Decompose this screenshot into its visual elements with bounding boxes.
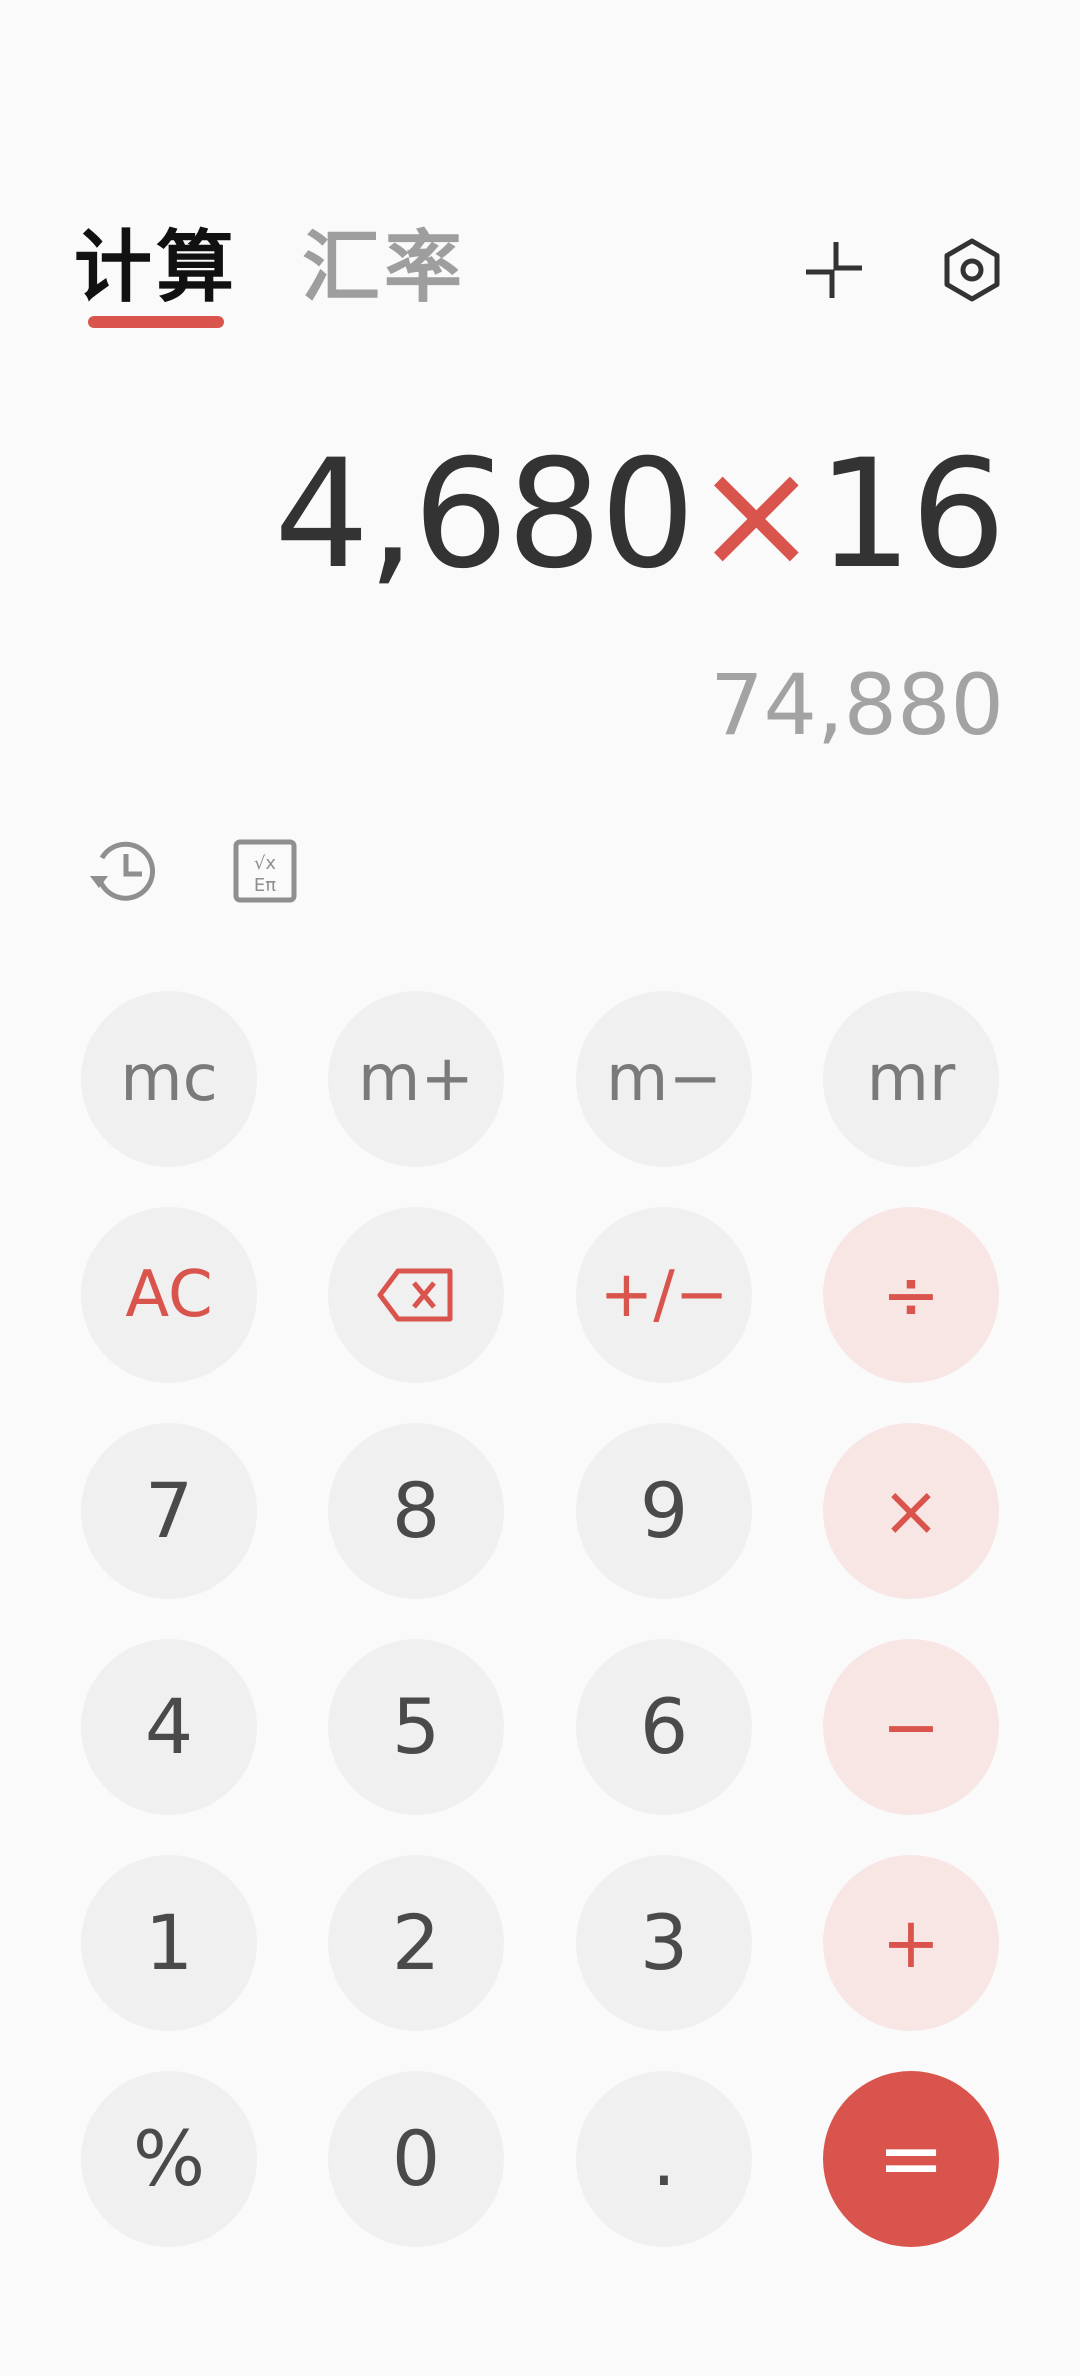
digit-3-button[interactable]: 3 bbox=[576, 1855, 752, 2031]
history-icon[interactable] bbox=[88, 834, 162, 908]
digit-7-button[interactable]: 7 bbox=[81, 1423, 257, 1599]
scientific-icon[interactable]: √x Eπ bbox=[228, 834, 302, 908]
digit-9-button[interactable]: 9 bbox=[576, 1423, 752, 1599]
digit-8-button[interactable]: 8 bbox=[328, 1423, 504, 1599]
active-tab-indicator bbox=[88, 316, 224, 328]
svg-text:Eπ: Eπ bbox=[254, 875, 276, 896]
all-clear-button[interactable]: AC bbox=[81, 1207, 257, 1383]
divide-button[interactable]: ÷ bbox=[823, 1207, 999, 1383]
expression-display: 4,680×16 bbox=[274, 428, 1006, 602]
digit-6-button[interactable]: 6 bbox=[576, 1639, 752, 1815]
add-button[interactable]: + bbox=[823, 1855, 999, 2031]
digit-1-button[interactable]: 1 bbox=[81, 1855, 257, 2031]
memory-add-button[interactable]: m+ bbox=[328, 991, 504, 1167]
equals-button[interactable]: = bbox=[823, 2071, 999, 2247]
percent-button[interactable]: % bbox=[81, 2071, 257, 2247]
backspace-button[interactable] bbox=[328, 1207, 504, 1383]
memory-recall-button[interactable]: mr bbox=[823, 991, 999, 1167]
multiply-button[interactable]: × bbox=[823, 1423, 999, 1599]
subtract-button[interactable]: − bbox=[823, 1639, 999, 1815]
memory-subtract-button[interactable]: m− bbox=[576, 991, 752, 1167]
digit-0-button[interactable]: 0 bbox=[328, 2071, 504, 2247]
backspace-icon bbox=[377, 1268, 453, 1322]
operand-1: 4,680 bbox=[274, 428, 695, 602]
decimal-point-button[interactable]: . bbox=[576, 2071, 752, 2247]
tab-calculate[interactable]: 计算 bbox=[74, 218, 238, 318]
settings-icon[interactable] bbox=[934, 232, 1010, 308]
digit-5-button[interactable]: 5 bbox=[328, 1639, 504, 1815]
digit-2-button[interactable]: 2 bbox=[328, 1855, 504, 2031]
toggle-sign-button[interactable]: +/− bbox=[576, 1207, 752, 1383]
memory-clear-button[interactable]: mc bbox=[81, 991, 257, 1167]
minimize-icon[interactable] bbox=[796, 232, 872, 308]
tab-exchange-rate[interactable]: 汇率 bbox=[302, 218, 466, 318]
operator-symbol: × bbox=[693, 428, 819, 602]
operand-2: 16 bbox=[817, 428, 1006, 602]
digit-4-button[interactable]: 4 bbox=[81, 1639, 257, 1815]
result-preview: 74,880 bbox=[710, 656, 1004, 754]
svg-text:√x: √x bbox=[254, 853, 276, 874]
